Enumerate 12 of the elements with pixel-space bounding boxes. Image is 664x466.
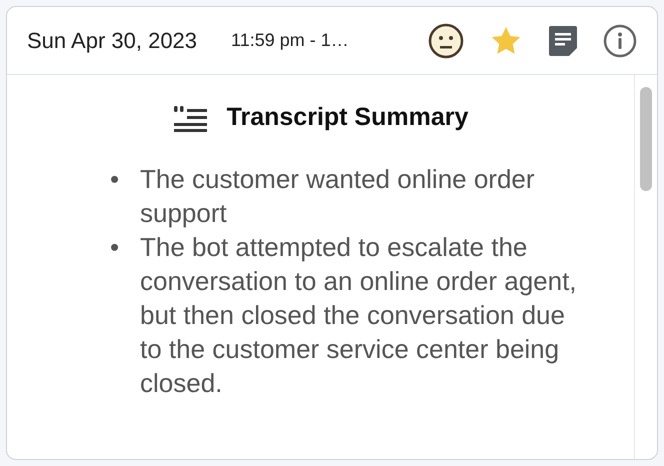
bullet-marker: • xyxy=(110,163,120,196)
time-range: 11:59 pm - 1… xyxy=(231,30,349,51)
summary-bullet: The customer wanted online order support xyxy=(140,163,536,230)
quote-list-icon xyxy=(172,104,209,132)
summary-bullet: The bot attempted to escalate the conversation to an online order agent, but then closed the conversation due to the customer service center being closed. xyxy=(140,231,578,400)
neutral-face-icon[interactable] xyxy=(428,22,464,58)
summary-title: Transcript Summary xyxy=(226,103,468,132)
bullet-marker: • xyxy=(110,231,120,264)
notes-icon[interactable] xyxy=(548,24,578,56)
scrollbar-thumb[interactable] xyxy=(640,87,652,191)
info-icon[interactable] xyxy=(603,24,637,58)
date-label: Sun Apr 30, 2023 xyxy=(27,28,198,54)
